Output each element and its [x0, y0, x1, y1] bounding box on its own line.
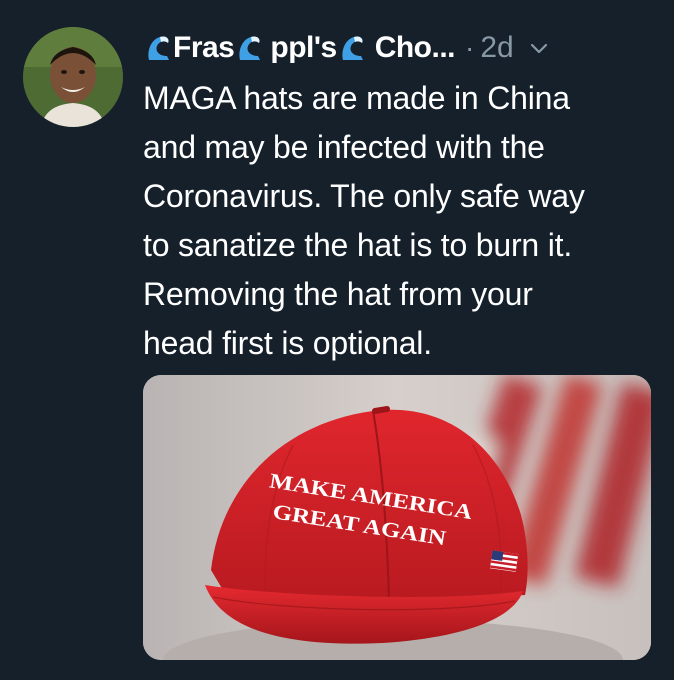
wave-emoji-icon: [236, 34, 262, 62]
avatar-image: [23, 27, 123, 127]
wave-emoji-icon: [339, 34, 365, 62]
chevron-down-icon[interactable]: [528, 37, 550, 59]
us-flag-patch: [490, 550, 519, 572]
tweet-text-line: MAGA hats are made in China: [143, 80, 570, 116]
author-name-part-2: ppl's: [270, 31, 337, 64]
author-name-part-3: Cho...: [374, 31, 456, 64]
maga-hat-photo: MAKE AMERICA GREAT AGAIN: [143, 375, 651, 660]
avatar[interactable]: [23, 27, 123, 127]
tweet-text-line: to sanatize the hat is to burn it.: [143, 227, 573, 263]
tweet-text-line: Coronavirus. The only safe way: [143, 178, 585, 214]
tweet-text-line: and may be infected with the: [143, 129, 545, 165]
tweet[interactable]: Fras ppl's Cho... · 2d MAGA hats are mad…: [0, 0, 674, 680]
tweet-media-image[interactable]: MAKE AMERICA GREAT AGAIN: [143, 375, 651, 660]
tweet-header: Fras ppl's Cho... · 2d: [143, 28, 663, 68]
separator-dot: ·: [465, 32, 475, 63]
author-name[interactable]: Fras ppl's Cho...: [143, 31, 456, 65]
author-name-part-1: Fras: [173, 31, 235, 64]
tweet-text-line: Removing the hat from your: [143, 276, 533, 312]
timestamp[interactable]: 2d: [480, 31, 513, 65]
wave-emoji-icon: [145, 34, 171, 62]
tweet-text-line: head first is optional.: [143, 325, 432, 361]
tweet-text: MAGA hats are made in China and may be i…: [143, 74, 663, 368]
